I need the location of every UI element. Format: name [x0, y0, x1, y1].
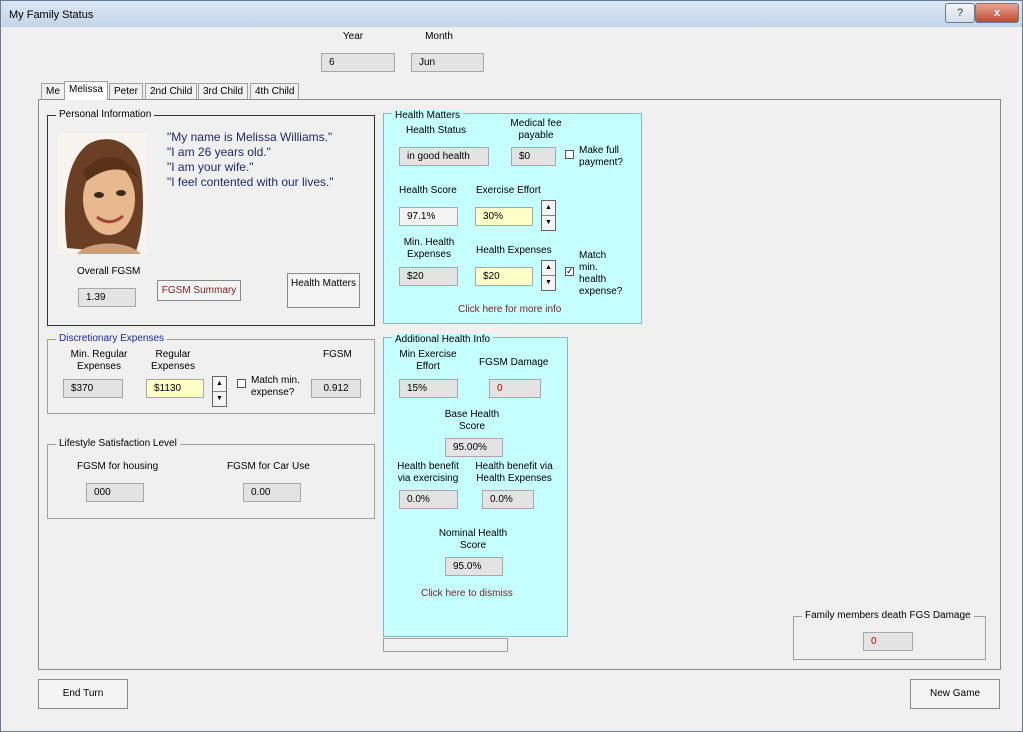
regular-expenses-field[interactable]: $1130: [146, 379, 204, 398]
exercise-effort-spinner[interactable]: ▲ ▼: [541, 200, 556, 231]
housing-fgsm-label: FGSM for housing: [77, 461, 159, 472]
tab-3rd-child[interactable]: 3rd Child: [198, 83, 249, 99]
avatar-portrait-icon: [64, 139, 143, 254]
end-turn-button[interactable]: End Turn: [38, 679, 128, 709]
health-score-label: Health Score: [399, 185, 457, 196]
more-info-link[interactable]: Click here for more info: [458, 304, 561, 315]
benefit-exercising-field: 0.0%: [399, 490, 458, 509]
fgsm-damage-field: 0: [489, 379, 541, 398]
lifestyle-title: Lifestyle Satisfaction Level: [56, 438, 180, 449]
lifestyle-frame: Lifestyle Satisfaction Level: [47, 438, 375, 519]
health-expenses-label: Health Expenses: [476, 245, 552, 256]
help-button[interactable]: ?: [945, 3, 975, 23]
dismiss-link[interactable]: Click here to dismiss: [421, 588, 513, 599]
regular-expenses-label: Regular Expenses: [151, 349, 195, 372]
personal-quotes: "My name is Melissa Williams." "I am 26 …: [167, 130, 334, 190]
discretionary-fgsm-field: 0.912: [311, 379, 361, 398]
benefit-expenses-label: Health benefit via Health Expenses: [475, 461, 553, 484]
health-expenses-spinner[interactable]: ▲ ▼: [541, 260, 556, 291]
new-game-button[interactable]: New Game: [910, 679, 1000, 709]
match-min-health-expense-checkbox[interactable]: ✓: [565, 267, 574, 276]
tab-4th-child[interactable]: 4th Child: [250, 83, 300, 99]
fgsm-damage-label: FGSM Damage: [479, 357, 549, 368]
quote-relation: "I am your wife.": [167, 160, 254, 174]
quote-name: "My name is Melissa Williams.": [167, 130, 333, 144]
min-exercise-effort-label: Min Exercise Effort: [399, 349, 457, 372]
window-title: My Family Status: [9, 9, 94, 21]
min-regular-expenses-label: Min. Regular Expenses: [70, 349, 128, 372]
additional-health-title: Additional Health Info: [392, 334, 494, 345]
exercise-effort-field[interactable]: 30%: [475, 207, 533, 226]
fgsm-summary-button[interactable]: FGSM Summary: [157, 280, 241, 301]
min-health-expenses-label: Min. Health Expenses: [403, 237, 455, 260]
car-fgsm-label: FGSM for Car Use: [227, 461, 310, 472]
spinner-up-icon[interactable]: ▲: [542, 201, 555, 216]
base-health-score-field: 95.00%: [445, 438, 503, 457]
spinner-up-icon[interactable]: ▲: [213, 377, 226, 392]
tab-me[interactable]: Me: [41, 83, 65, 99]
year-field: 6: [321, 53, 395, 72]
medical-fee-label: Medical fee payable: [510, 118, 562, 141]
title-bar: My Family Status ? x: [1, 1, 1022, 27]
base-health-score-label: Base Health Score: [444, 409, 500, 432]
health-status-label: Health Status: [406, 125, 467, 136]
main-window: My Family Status ? x Year 6 Month Jun Me…: [0, 0, 1023, 732]
match-min-health-expense-label: Match min. health expense?: [579, 250, 623, 297]
discretionary-fgsm-label: FGSM: [323, 349, 352, 360]
medical-fee-field: $0: [511, 147, 556, 166]
health-matters-title: Health Matters: [392, 110, 464, 121]
death-damage-field: 0: [863, 632, 913, 651]
health-expenses-field[interactable]: $20: [475, 267, 533, 286]
nominal-health-score-label: Nominal Health Score: [438, 528, 508, 551]
health-matters-button[interactable]: Health Matters: [287, 273, 360, 308]
housing-fgsm-field: 000: [86, 483, 144, 502]
nominal-health-score-field: 95.0%: [445, 557, 503, 576]
match-min-expense-checkbox[interactable]: [237, 379, 246, 388]
spinner-down-icon[interactable]: ▼: [542, 216, 555, 230]
spinner-down-icon[interactable]: ▼: [542, 276, 555, 290]
benefit-exercising-label: Health benefit via exercising: [397, 461, 459, 484]
quote-age: "I am 26 years old.": [167, 145, 271, 159]
horizontal-scrollbar[interactable]: [383, 638, 508, 652]
month-label: Month: [425, 31, 453, 42]
health-status-field: in good health: [399, 147, 489, 166]
year-label: Year: [342, 31, 364, 42]
discretionary-title: Discretionary Expenses: [56, 333, 168, 344]
avatar: [57, 133, 147, 254]
make-full-payment-checkbox[interactable]: [565, 150, 574, 159]
match-min-expense-label: Match min. expense?: [251, 375, 300, 398]
quote-feeling: "I feel contented with our lives.": [167, 175, 334, 189]
benefit-expenses-field: 0.0%: [482, 490, 534, 509]
tab-peter[interactable]: Peter: [109, 83, 143, 99]
spinner-up-icon[interactable]: ▲: [542, 261, 555, 276]
exercise-effort-label: Exercise Effort: [476, 185, 541, 196]
car-fgsm-field: 0.00: [243, 483, 301, 502]
personal-info-title: Personal Information: [56, 109, 155, 120]
spinner-down-icon[interactable]: ▼: [213, 392, 226, 406]
tab-melissa[interactable]: Melissa: [64, 81, 108, 100]
regular-expenses-spinner[interactable]: ▲ ▼: [212, 376, 227, 407]
overall-fgsm-label: Overall FGSM: [77, 266, 141, 277]
death-damage-title: Family members death FGS Damage: [802, 610, 974, 621]
health-score-field: 97.1%: [399, 207, 458, 226]
month-field: Jun: [411, 53, 484, 72]
min-exercise-effort-field: 15%: [399, 379, 458, 398]
min-health-expenses-field: $20: [399, 267, 458, 286]
close-button[interactable]: x: [975, 3, 1019, 23]
min-regular-expenses-field: $370: [63, 379, 123, 398]
overall-fgsm-field: 1.39: [78, 288, 136, 307]
make-full-payment-label: Make full payment?: [579, 145, 623, 168]
tab-2nd-child[interactable]: 2nd Child: [145, 83, 198, 99]
